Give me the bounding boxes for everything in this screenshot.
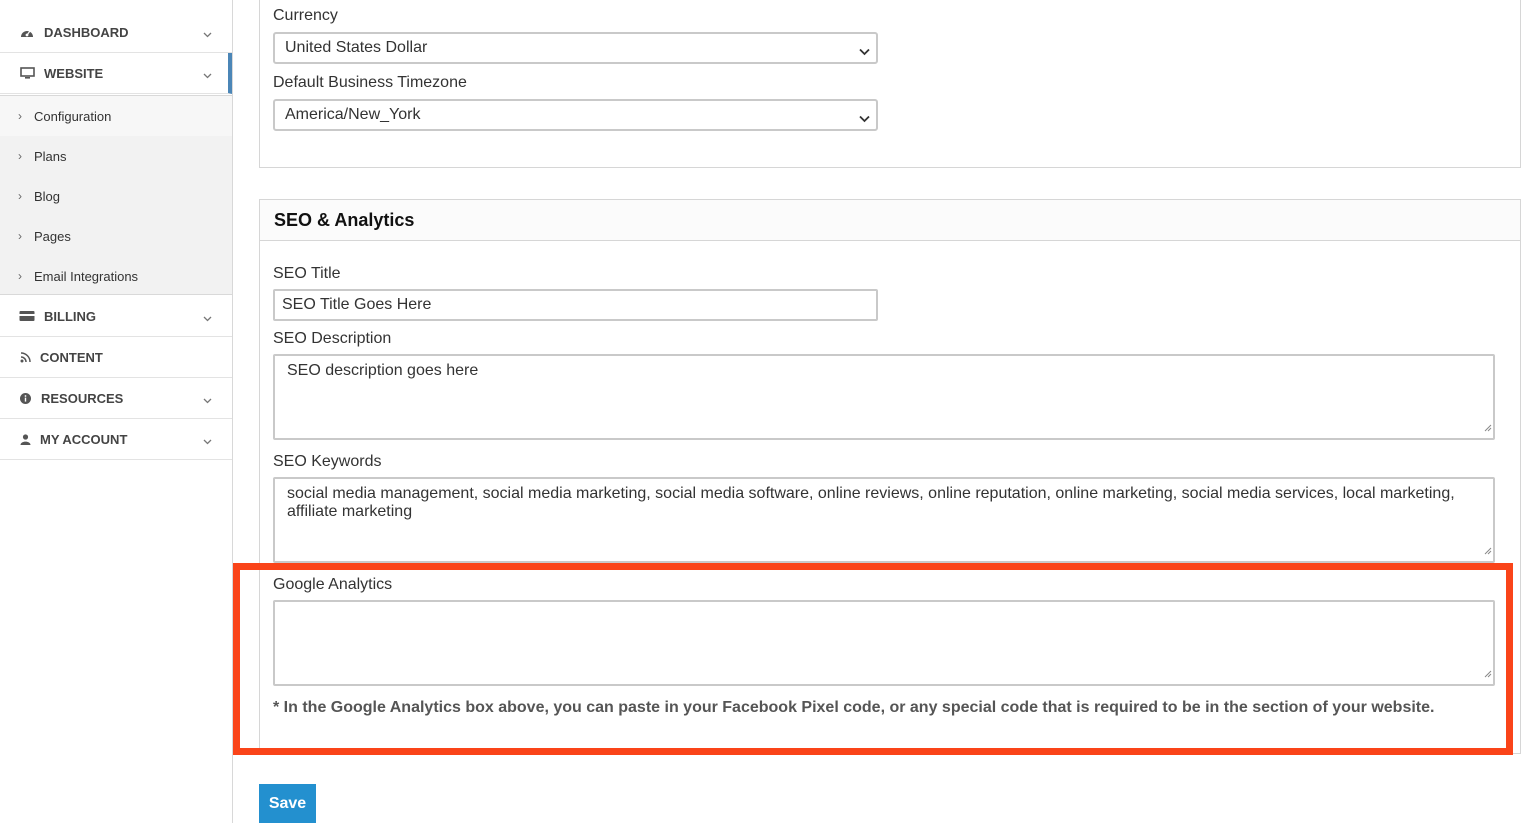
submenu-email-integrations[interactable]: › Email Integrations <box>0 256 232 296</box>
submenu-label: Blog <box>34 188 61 204</box>
nav-dashboard[interactable]: DASHBOARD <box>0 12 232 53</box>
dashboard-icon <box>19 25 35 39</box>
chevron-down-icon <box>859 43 870 61</box>
panel-title: SEO & Analytics <box>274 210 415 230</box>
currency-value: United States Dollar <box>285 39 428 56</box>
chevron-right-icon: › <box>18 189 22 203</box>
rss-icon <box>19 350 31 364</box>
resize-grip-icon[interactable] <box>1484 419 1492 437</box>
chevron-down-icon <box>203 67 212 82</box>
nav-dashboard-label: DASHBOARD <box>44 24 129 40</box>
chevron-right-icon: › <box>18 269 22 283</box>
timezone-label: Default Business Timezone <box>273 74 467 91</box>
save-button[interactable]: Save <box>259 784 316 823</box>
panel-header: SEO & Analytics <box>260 200 1520 241</box>
google-analytics-label: Google Analytics <box>273 576 393 593</box>
submenu-label: Pages <box>34 228 71 244</box>
seo-title-value: SEO Title Goes Here <box>282 296 432 313</box>
nav-billing[interactable]: BILLING <box>0 296 232 337</box>
timezone-select[interactable]: America/New_York <box>273 99 878 131</box>
credit-card-icon <box>19 309 35 323</box>
seo-keywords-value: social media management, social media ma… <box>287 485 1455 520</box>
chevron-right-icon: › <box>18 229 22 243</box>
nav-my-account-label: MY ACCOUNT <box>40 431 128 447</box>
submenu-configuration[interactable]: › Configuration <box>0 96 232 136</box>
nav-billing-label: BILLING <box>44 308 96 324</box>
submenu-label: Email Integrations <box>34 268 139 284</box>
google-analytics-note: * In the Google Analytics box above, you… <box>273 699 1435 716</box>
submenu-label: Configuration <box>34 108 112 124</box>
chevron-down-icon <box>203 433 212 448</box>
seo-title-input[interactable]: SEO Title Goes Here <box>273 289 878 321</box>
chevron-down-icon <box>859 110 870 128</box>
chevron-down-icon <box>203 26 212 41</box>
user-icon <box>19 432 31 446</box>
seo-keywords-label: SEO Keywords <box>273 453 382 470</box>
seo-description-textarea[interactable]: SEO description goes here <box>273 354 1495 440</box>
chevron-right-icon: › <box>18 109 22 123</box>
submenu-pages[interactable]: › Pages <box>0 216 232 256</box>
nav-content[interactable]: CONTENT <box>0 337 232 378</box>
nav-content-label: CONTENT <box>40 349 103 365</box>
website-submenu: › Configuration › Plans › Blog › Pages ›… <box>0 95 232 295</box>
submenu-blog[interactable]: › Blog <box>0 176 232 216</box>
google-analytics-textarea[interactable] <box>273 600 1495 686</box>
nav-website[interactable]: WEBSITE <box>0 53 232 94</box>
currency-label: Currency <box>273 7 338 24</box>
seo-description-label: SEO Description <box>273 330 392 347</box>
seo-keywords-textarea[interactable]: social media management, social media ma… <box>273 477 1495 563</box>
chevron-down-icon <box>203 392 212 407</box>
sidebar: DASHBOARD WEBSITE › Configuration › Plan… <box>0 0 233 823</box>
submenu-label: Plans <box>34 148 67 164</box>
currency-select[interactable]: United States Dollar <box>273 32 878 64</box>
nav-resources[interactable]: RESOURCES <box>0 378 232 419</box>
submenu-plans[interactable]: › Plans <box>0 136 232 176</box>
seo-description-value: SEO description goes here <box>287 362 479 379</box>
nav-resources-label: RESOURCES <box>41 390 124 406</box>
seo-title-label: SEO Title <box>273 265 341 282</box>
resize-grip-icon[interactable] <box>1484 665 1492 683</box>
timezone-value: America/New_York <box>285 106 421 123</box>
nav-website-label: WEBSITE <box>44 65 104 81</box>
nav-my-account[interactable]: MY ACCOUNT <box>0 419 232 460</box>
chevron-right-icon: › <box>18 149 22 163</box>
chevron-down-icon <box>203 310 212 325</box>
resize-grip-icon[interactable] <box>1484 542 1492 560</box>
monitor-icon <box>19 66 35 80</box>
info-icon <box>19 391 32 405</box>
